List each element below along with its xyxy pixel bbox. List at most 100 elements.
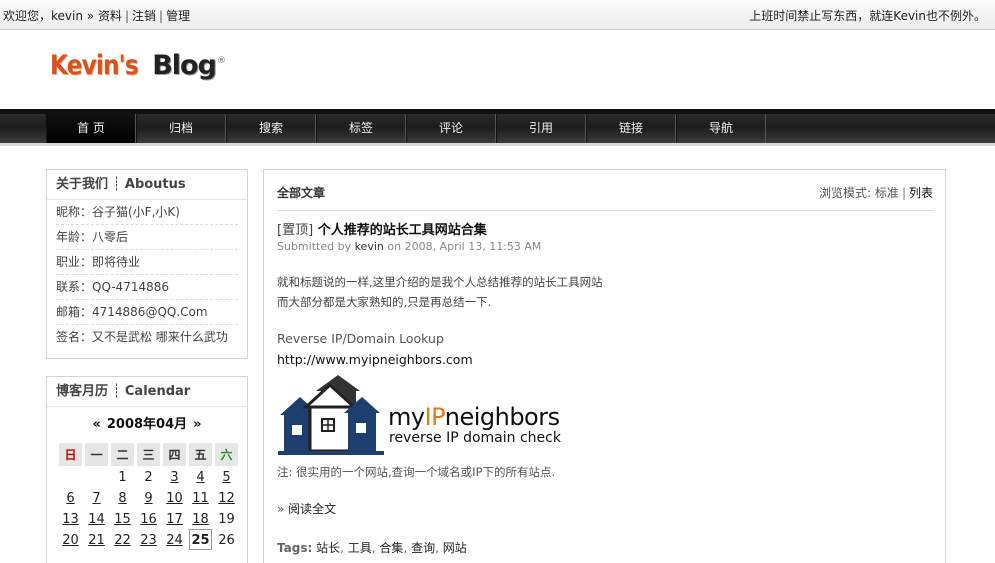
calendar-box: 博客月历 ┊ Calendar «2008年04月» 日一二三四五六 12345… [46, 376, 248, 563]
calendar-day[interactable]: 23 [137, 529, 160, 550]
weekday-header: 二 [111, 443, 134, 466]
weekday-header: 五 [189, 443, 212, 466]
post-date: on 2008, April 13, 11:53 AM [387, 240, 542, 253]
calendar-day[interactable]: 8 [111, 487, 134, 508]
calendar-day[interactable]: 20 [59, 529, 82, 550]
houses-icon [278, 375, 384, 455]
calendar-day[interactable]: 21 [85, 529, 108, 550]
logo-wordmark: Kevin's Blog® [50, 50, 226, 81]
nav-search[interactable]: 搜索 [226, 114, 316, 143]
nav-archive[interactable]: 归档 [136, 114, 226, 143]
tag-link[interactable]: 站长 [316, 541, 340, 555]
calendar-day[interactable]: 17 [163, 508, 186, 529]
nav-navigation[interactable]: 导航 [676, 114, 766, 143]
calendar-day: 1 [118, 470, 127, 485]
calendar-day: 2 [144, 470, 153, 485]
nav-tags[interactable]: 标签 [316, 114, 406, 143]
calendar-prev-button[interactable]: « [89, 417, 103, 432]
calendar-day[interactable]: 18 [189, 508, 212, 529]
post-body-line-1: 就和标题说的一样,这里介绍的是我个人总结推荐的站长工具网站 [277, 275, 603, 289]
divider: | [124, 9, 129, 23]
calendar-empty-cell [59, 466, 82, 487]
calendar-day[interactable]: 5 [215, 466, 238, 487]
calendar-next-button[interactable]: » [190, 417, 204, 432]
logo-part-kevin: Kevin's [50, 50, 139, 81]
blog-logo[interactable]: Kevin's Blog® [50, 50, 226, 81]
calendar-day[interactable]: 14 [85, 508, 108, 529]
tags-label: Tags: [277, 541, 313, 555]
admin-link[interactable]: 管理 [166, 9, 190, 23]
weekday-header: 一 [85, 443, 108, 466]
about-title: 关于我们 ┊ Aboutus [47, 170, 247, 200]
calendar-day[interactable]: 15 [111, 508, 134, 529]
main-content: 全部文章 浏览模式: 标准 | 列表 [置顶] 个人推荐的站长工具网站合集 Subm… [263, 169, 946, 563]
view-mode-standard[interactable]: 标准 [875, 186, 899, 200]
reference-url[interactable]: http://www.myipneighbors.com [277, 352, 473, 367]
view-mode: 浏览模式: 标准 | 列表 [819, 184, 933, 201]
post-title-text[interactable]: 个人推荐的站长工具网站合集 [318, 223, 487, 238]
view-mode-list[interactable]: 列表 [909, 186, 933, 200]
welcome-text: 欢迎您，kevin » [3, 9, 95, 23]
reference-label: Reverse IP/Domain Lookup [277, 331, 444, 346]
calendar-day: 19 [218, 512, 235, 527]
motto-text: 上班时间禁止写东西，就连Kevin也不例外。 [749, 9, 986, 23]
main-nav: 首 页 归档 搜索 标签 评论 引用 链接 导航 [0, 109, 995, 146]
about-signature: 签名：又不是武松 哪来什么武功 [56, 330, 228, 344]
about-box: 关于我们 ┊ Aboutus 昵称：谷子猫(小F,小K) 年龄：八零后 职业：即… [46, 169, 248, 359]
calendar-grid: 日一二三四五六 1 2 3 4 5 6 7 8 9 10 11 12 13 14 15 16 17 18 19 20 2… [56, 443, 241, 550]
nav-trackbacks[interactable]: 引用 [496, 114, 586, 143]
about-nickname: 昵称：谷子猫(小F,小K) [56, 200, 238, 225]
logout-link[interactable]: 注销 [132, 9, 156, 23]
post-body-line-2: 而大部分都是大家熟知的,只是再总结一下. [277, 295, 492, 309]
content-header: 全部文章 浏览模式: 标准 | 列表 [277, 170, 933, 211]
about-age: 年龄：八零后 [56, 225, 238, 250]
tag-link[interactable]: 网站 [443, 541, 467, 555]
calendar-day[interactable]: 11 [189, 487, 212, 508]
divider: | [901, 186, 906, 200]
myipneighbors-banner[interactable]: myIPneighbors reverse IP domain check [278, 373, 561, 459]
calendar-day[interactable]: 16 [137, 508, 160, 529]
calendar-day[interactable]: 10 [163, 487, 186, 508]
weekday-header: 三 [137, 443, 160, 466]
post-note: 注: 很实用的一个网站,查询一个域名或IP下的所有站点. [277, 465, 556, 479]
calendar-header: «2008年04月» [47, 407, 247, 443]
welcome-area: 欢迎您，kevin » 资料 | 注销 | 管理 [3, 7, 190, 24]
weekday-header: 四 [163, 443, 186, 466]
nav-links[interactable]: 链接 [586, 114, 676, 143]
registered-mark: ® [216, 56, 226, 66]
profile-link[interactable]: 资料 [98, 9, 122, 23]
submitted-by-label: Submitted by [277, 240, 352, 253]
about-contact: 联系：QQ-4714886 [56, 275, 238, 300]
calendar-day[interactable]: 6 [59, 487, 82, 508]
calendar-day[interactable]: 9 [137, 487, 160, 508]
about-job: 职业：即将待业 [56, 250, 238, 275]
calendar-empty-cell [85, 466, 108, 487]
calendar-day[interactable]: 7 [85, 487, 108, 508]
weekday-header: 六 [215, 443, 238, 466]
nav-comments[interactable]: 评论 [406, 114, 496, 143]
calendar-day[interactable]: 22 [111, 529, 134, 550]
banner-brand: myIPneighbors [388, 403, 560, 431]
read-more[interactable]: » 阅读全文 [277, 500, 336, 517]
tag-link[interactable]: 查询 [411, 541, 435, 555]
tag-link[interactable]: 工具 [348, 541, 372, 555]
view-mode-label: 浏览模式: [819, 186, 872, 200]
calendar-day[interactable]: 3 [163, 466, 186, 487]
tag-link[interactable]: 合集 [379, 541, 403, 555]
post-meta: Submitted by kevin on 2008, April 13, 11… [277, 240, 541, 253]
calendar-day[interactable]: 13 [59, 508, 82, 529]
post-author-link[interactable]: kevin [355, 240, 384, 253]
nav-home[interactable]: 首 页 [46, 114, 136, 143]
calendar-day[interactable]: 12 [215, 487, 238, 508]
post-tags: Tags: 站长, 工具, 合集, 查询, 网站 [277, 541, 467, 555]
sticky-badge: [置顶] [277, 223, 314, 238]
post-title[interactable]: [置顶] 个人推荐的站长工具网站合集 [277, 219, 487, 238]
section-title: 全部文章 [277, 186, 326, 200]
read-more-arrow-icon: » [277, 502, 285, 516]
read-more-link[interactable]: 阅读全文 [288, 502, 336, 516]
calendar-day[interactable]: 4 [189, 466, 212, 487]
calendar-day[interactable]: 24 [163, 529, 186, 550]
calendar-day: 26 [218, 533, 235, 548]
calendar-day: 25 [189, 529, 212, 550]
banner-tagline: reverse IP domain check [389, 430, 561, 446]
